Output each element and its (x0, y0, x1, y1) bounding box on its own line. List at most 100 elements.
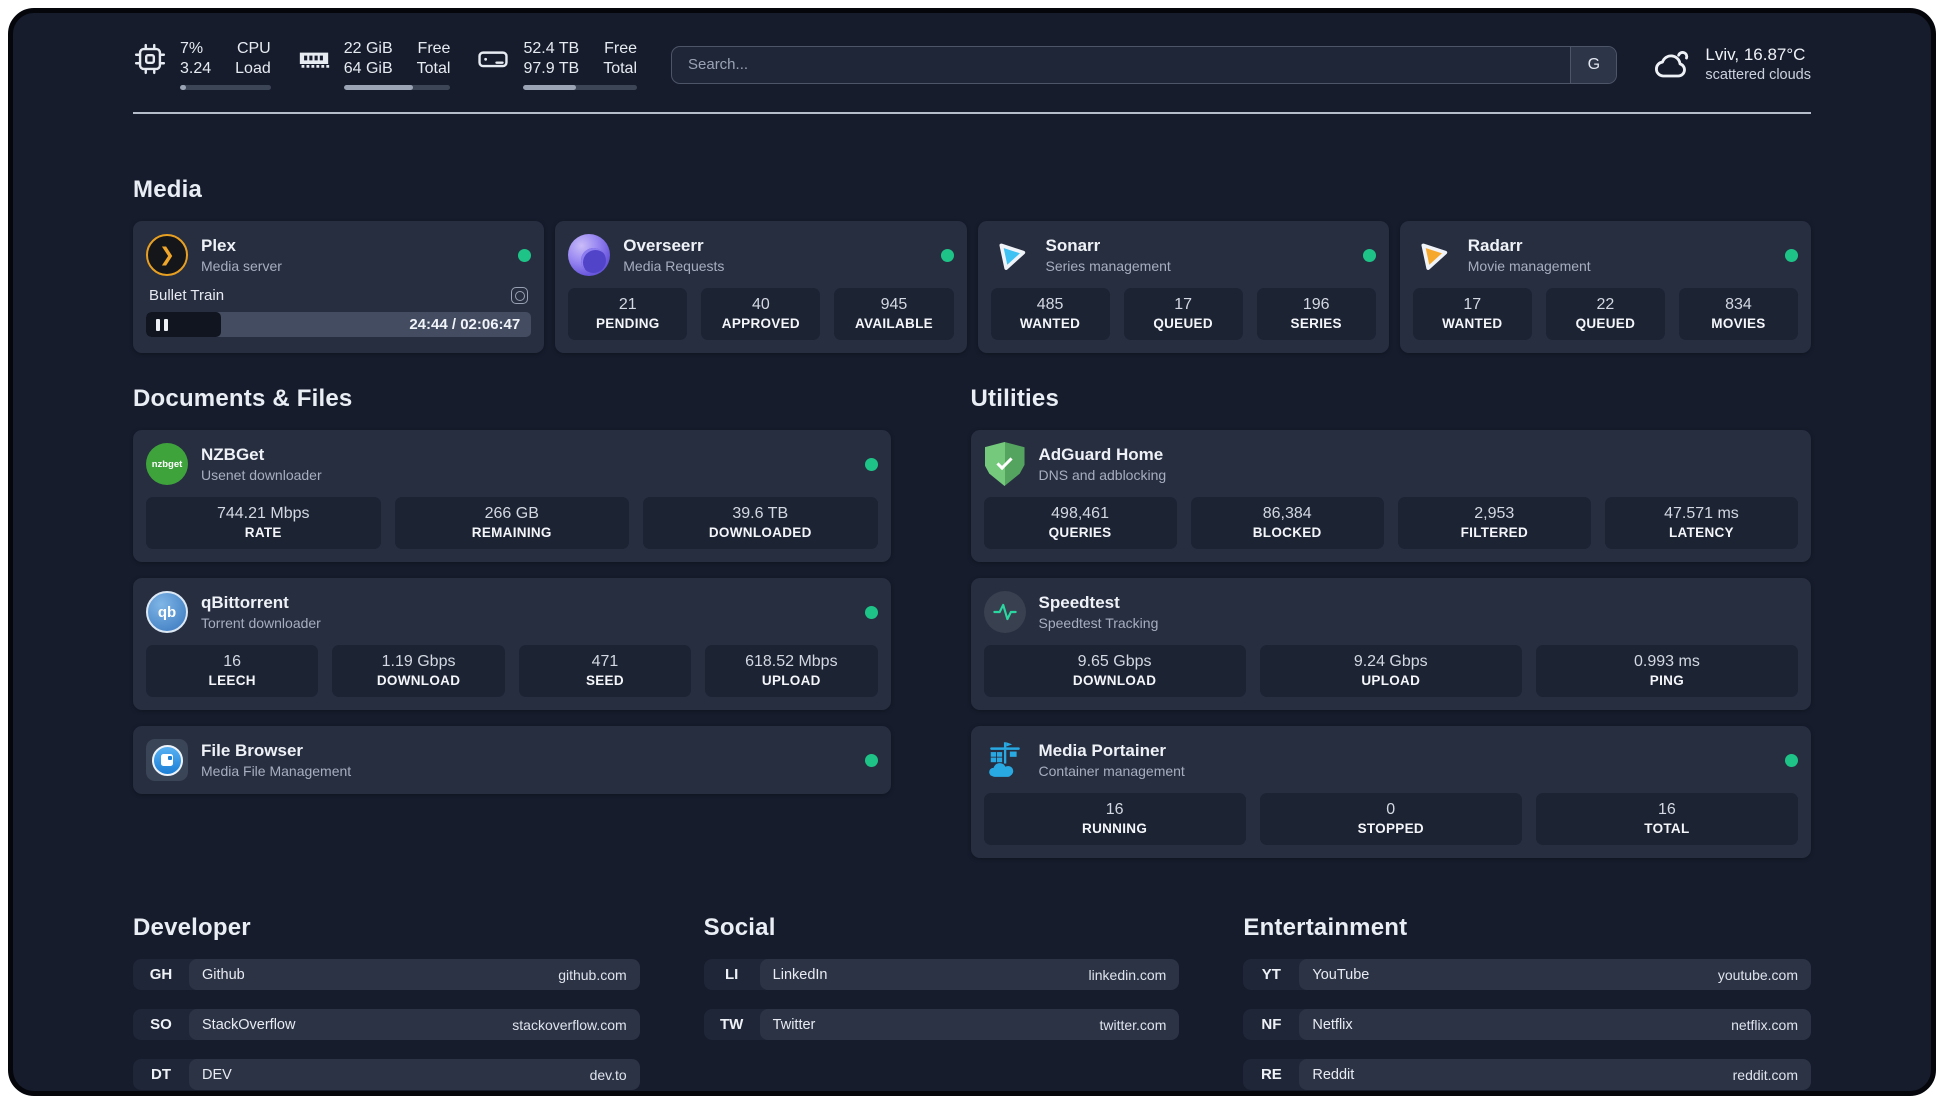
playback-time: 24:44 / 02:06:47 (409, 316, 521, 333)
session-icon[interactable] (511, 287, 529, 304)
stat-label: DOWNLOAD (376, 673, 461, 688)
link-name: Reddit (1312, 1066, 1355, 1083)
stat-tile: 16 RUNNING (983, 793, 1246, 845)
app-link-qbittorrent[interactable]: qb qBittorrent Torrent downloader (146, 591, 878, 633)
stat-label: DOWNLOAD (1072, 673, 1157, 688)
section-title-media: Media (133, 176, 203, 203)
cpu-icon (133, 42, 167, 76)
app-link-nzbget[interactable]: nzbget NZBGet Usenet downloader (146, 443, 878, 485)
app-card-radarr: Radarr Movie management 17 WANTED 22 QUE… (1399, 221, 1811, 353)
app-link-overseerr[interactable]: Overseerr Media Requests (568, 234, 954, 276)
stat-tile: 2,953 FILTERED (1397, 497, 1591, 549)
link-row-youtube[interactable]: YT YouTube youtube.com (1243, 959, 1811, 990)
stat-label: RUNNING (1082, 821, 1148, 836)
link-name: Github (202, 966, 245, 983)
cpu-usage-value: 7% (180, 40, 204, 57)
app-link-speedtest[interactable]: Speedtest Speedtest Tracking (983, 591, 1798, 633)
stat-value: 9.24 Gbps (1353, 653, 1428, 670)
stat-tile: 0 STOPPED (1259, 793, 1522, 845)
stat-value: 39.6 TB (732, 505, 789, 522)
stat-label: PENDING (595, 316, 660, 331)
stat-tile: 39.6 TB DOWNLOADED (643, 497, 878, 549)
sonarr-icon (991, 234, 1033, 276)
memory-total-label: Total (416, 60, 451, 77)
link-url: netflix.com (1731, 1016, 1798, 1033)
app-link-adguard[interactable]: AdGuard Home DNS and adblocking (984, 442, 1798, 486)
app-name: Media Portainer (1038, 741, 1167, 761)
app-card-qbittorrent: qb qBittorrent Torrent downloader 16 LEE… (133, 578, 891, 710)
stat-tile: 744.21 Mbps RATE (146, 497, 381, 549)
stat-value: 485 (1036, 296, 1064, 313)
section-media: Media ❯ Plex Media server Bullet Train 2… (133, 176, 1811, 353)
storage-progress-fill (523, 85, 576, 90)
stat-value: 834 (1725, 296, 1752, 313)
app-name: File Browser (201, 741, 304, 761)
stat-value: 618.52 Mbps (745, 653, 838, 670)
stat-value: 196 (1302, 296, 1330, 313)
section-entertainment: Entertainment YT YouTube youtube.com NF … (1243, 914, 1811, 1090)
app-name: Speedtest (1038, 593, 1120, 613)
stat-value: 0.993 ms (1634, 653, 1700, 670)
system-stats: 7% 3.24 CPU Load 22 GiB 64 GiB Free Tota… (133, 39, 637, 90)
memory-total-value: 64 GiB (343, 60, 393, 77)
stat-label: BLOCKED (1252, 525, 1322, 540)
app-link-portainer[interactable]: Media Portainer Container management (984, 739, 1798, 781)
status-dot (1785, 248, 1798, 262)
app-link-filebrowser[interactable]: File Browser Media File Management (146, 739, 878, 781)
app-link-sonarr[interactable]: Sonarr Series management (991, 234, 1376, 276)
link-row-twitter[interactable]: TW Twitter twitter.com (703, 1009, 1180, 1040)
link-row-linkedin[interactable]: LI LinkedIn linkedin.com (703, 959, 1180, 990)
section-title-utilities: Utilities (970, 385, 1059, 412)
app-link-plex[interactable]: ❯ Plex Media server (146, 234, 532, 276)
link-row-stackoverflow[interactable]: SO StackOverflow stackoverflow.com (133, 1009, 640, 1040)
section-documents: Documents & Files nzbget NZBGet Usenet d… (133, 385, 891, 794)
section-social: Social LI LinkedIn linkedin.com TW Twitt… (703, 914, 1180, 1040)
app-description: Series management (1045, 257, 1171, 274)
stat-label: SEED (585, 673, 624, 688)
link-name: YouTube (1312, 966, 1370, 983)
cpu-progress-fill (180, 85, 187, 90)
stat-value: 2,953 (1474, 505, 1515, 522)
stat-label: QUEUED (1575, 316, 1636, 331)
memory-progress-bar (343, 85, 451, 90)
nzbget-icon: nzbget (146, 443, 188, 485)
link-url: github.com (558, 966, 627, 983)
stat-value: 16 (1105, 801, 1124, 818)
stat-label: STOPPED (1357, 821, 1424, 836)
section-title-developer: Developer (133, 914, 251, 941)
link-row-dev[interactable]: DT DEV dev.to (133, 1059, 640, 1090)
link-name: DEV (202, 1066, 232, 1083)
app-description: Media server (201, 257, 282, 274)
search-engine-button[interactable]: G (1570, 46, 1617, 83)
status-dot (1785, 753, 1798, 767)
cpu-stat: 7% 3.24 CPU Load (133, 39, 271, 90)
link-url: linkedin.com (1088, 966, 1167, 983)
memory-stat: 22 GiB 64 GiB Free Total (297, 39, 451, 90)
app-name: qBittorrent (201, 593, 289, 613)
link-name: LinkedIn (772, 966, 828, 983)
app-name: Sonarr (1045, 236, 1101, 256)
link-row-reddit[interactable]: RE Reddit reddit.com (1243, 1059, 1811, 1090)
search-input[interactable] (672, 46, 1571, 83)
stat-label: DOWNLOADED (708, 525, 812, 540)
cpu-usage-label: CPU (236, 40, 271, 57)
link-row-github[interactable]: GH Github github.com (133, 959, 640, 990)
link-url: reddit.com (1732, 1066, 1798, 1083)
app-name: AdGuard Home (1038, 445, 1164, 465)
playback-progress-bar[interactable]: 24:44 / 02:06:47 (146, 312, 532, 337)
status-dot (864, 605, 878, 619)
app-description: DNS and adblocking (1038, 466, 1167, 483)
storage-free-label: Free (604, 40, 637, 57)
link-abbr: NF (1261, 1016, 1282, 1033)
stat-label: LATENCY (1669, 525, 1734, 540)
stat-tile: 17 WANTED (1412, 288, 1532, 340)
adguard-icon (984, 442, 1026, 486)
memory-free-value: 22 GiB (343, 40, 393, 57)
pause-icon[interactable] (156, 318, 168, 331)
stat-label: PING (1649, 673, 1685, 688)
header-divider (133, 112, 1811, 114)
stat-label: TOTAL (1644, 821, 1690, 836)
link-row-netflix[interactable]: NF Netflix netflix.com (1243, 1009, 1811, 1040)
stat-tile: 9.24 Gbps UPLOAD (1259, 645, 1522, 697)
app-link-radarr[interactable]: Radarr Movie management (1413, 234, 1798, 276)
